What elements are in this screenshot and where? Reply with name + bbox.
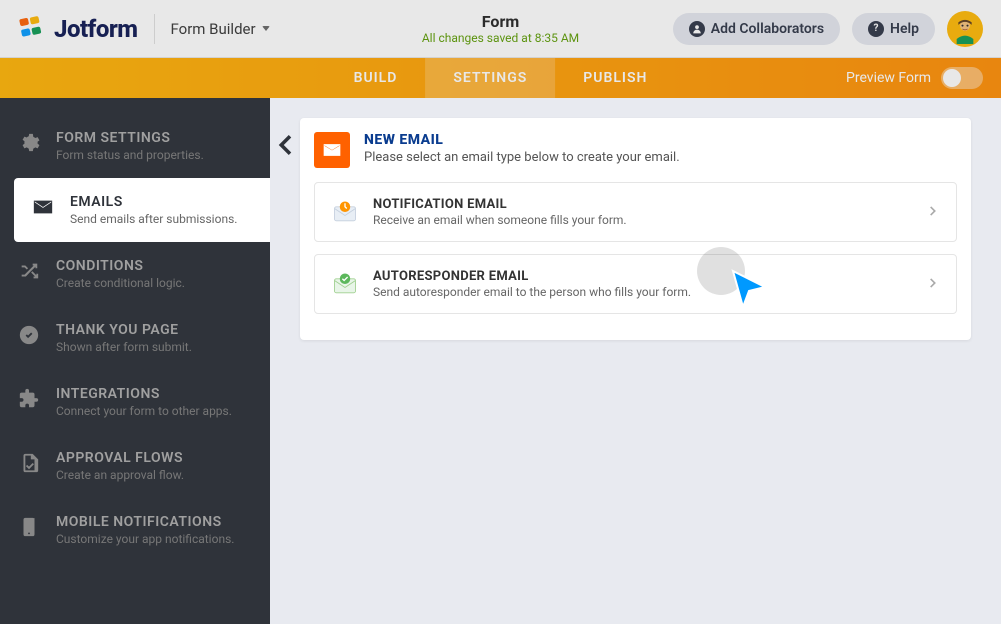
sidebar-item-label: APPROVAL FLOWS (56, 450, 184, 466)
autoresponder-email-option[interactable]: AUTORESPONDER EMAIL Send autoresponder e… (314, 254, 957, 314)
header: Jotform Form Builder Form All changes sa… (0, 0, 1001, 58)
chevron-right-icon (926, 203, 940, 222)
builder-label: Form Builder (171, 20, 256, 38)
sidebar-item-label: CONDITIONS (56, 258, 185, 274)
tab-settings[interactable]: SETTINGS (425, 58, 555, 98)
preview-toggle[interactable] (941, 67, 983, 89)
notification-email-icon (331, 198, 359, 226)
add-collaborators-button[interactable]: Add Collaborators (673, 13, 840, 45)
form-title[interactable]: Form (422, 12, 579, 31)
sidebar-item-label: EMAILS (70, 194, 237, 210)
sidebar-item-label: MOBILE NOTIFICATIONS (56, 514, 234, 530)
sidebar-item-approval-flows[interactable]: APPROVAL FLOWS Create an approval flow. (0, 434, 270, 498)
option-title: AUTORESPONDER EMAIL (373, 269, 691, 284)
sidebar-item-desc: Form status and properties. (56, 148, 204, 162)
cursor-icon (729, 269, 769, 309)
help-button[interactable]: ? Help (852, 13, 935, 45)
tabs-bar: BUILD SETTINGS PUBLISH Preview Form (0, 58, 1001, 98)
sidebar: FORM SETTINGS Form status and properties… (0, 98, 270, 624)
notification-email-option[interactable]: NOTIFICATION EMAIL Receive an email when… (314, 182, 957, 242)
user-icon (689, 21, 705, 37)
panel-subtitle: Please select an email type below to cre… (364, 150, 680, 165)
shuffle-icon (18, 260, 40, 282)
email-icon (314, 132, 350, 168)
sidebar-item-label: INTEGRATIONS (56, 386, 232, 402)
option-title: NOTIFICATION EMAIL (373, 197, 627, 212)
clipboard-check-icon (18, 452, 40, 474)
option-desc: Receive an email when someone fills your… (373, 213, 627, 227)
divider (154, 14, 155, 44)
sidebar-item-desc: Connect your form to other apps. (56, 404, 232, 418)
save-status: All changes saved at 8:35 AM (422, 31, 579, 45)
chevron-right-icon (926, 275, 940, 294)
mobile-icon (18, 516, 40, 538)
jotform-logo-icon (18, 15, 46, 43)
sidebar-item-label: FORM SETTINGS (56, 130, 204, 146)
sidebar-item-desc: Customize your app notifications. (56, 532, 234, 546)
logo-text: Jotform (54, 15, 138, 43)
chevron-down-icon (262, 26, 270, 31)
sidebar-item-form-settings[interactable]: FORM SETTINGS Form status and properties… (0, 114, 270, 178)
avatar[interactable] (947, 11, 983, 47)
sidebar-item-integrations[interactable]: INTEGRATIONS Connect your form to other … (0, 370, 270, 434)
sidebar-item-label: THANK YOU PAGE (56, 322, 192, 338)
puzzle-icon (18, 388, 40, 410)
chevron-left-icon (270, 130, 300, 160)
panel: NEW EMAIL Please select an email type be… (300, 118, 971, 340)
sidebar-item-desc: Create conditional logic. (56, 276, 185, 290)
header-center: Form All changes saved at 8:35 AM (422, 12, 579, 45)
autoresponder-email-icon (331, 270, 359, 298)
sidebar-item-emails[interactable]: EMAILS Send emails after submissions. (14, 178, 270, 242)
tab-publish[interactable]: PUBLISH (555, 58, 675, 98)
sidebar-item-desc: Create an approval flow. (56, 468, 184, 482)
help-label: Help (890, 21, 919, 37)
envelope-icon (32, 196, 54, 218)
option-desc: Send autoresponder email to the person w… (373, 285, 691, 299)
tab-build[interactable]: BUILD (326, 58, 426, 98)
click-ripple (697, 247, 745, 295)
help-icon: ? (868, 21, 884, 37)
back-button[interactable] (270, 130, 300, 160)
preview-form-label: Preview Form (846, 70, 931, 86)
add-collaborators-label: Add Collaborators (711, 21, 824, 37)
toggle-knob (943, 69, 961, 87)
form-builder-dropdown[interactable]: Form Builder (171, 20, 270, 38)
panel-title: NEW EMAIL (364, 132, 680, 148)
sidebar-item-mobile-notifications[interactable]: MOBILE NOTIFICATIONS Customize your app … (0, 498, 270, 562)
sidebar-item-conditions[interactable]: CONDITIONS Create conditional logic. (0, 242, 270, 306)
sidebar-item-desc: Send emails after submissions. (70, 212, 237, 226)
sidebar-item-desc: Shown after form submit. (56, 340, 192, 354)
sidebar-item-thank-you[interactable]: THANK YOU PAGE Shown after form submit. (0, 306, 270, 370)
check-circle-icon (18, 324, 40, 346)
avatar-icon (950, 14, 980, 44)
logo[interactable]: Jotform (18, 15, 138, 43)
gear-icon (18, 132, 40, 154)
